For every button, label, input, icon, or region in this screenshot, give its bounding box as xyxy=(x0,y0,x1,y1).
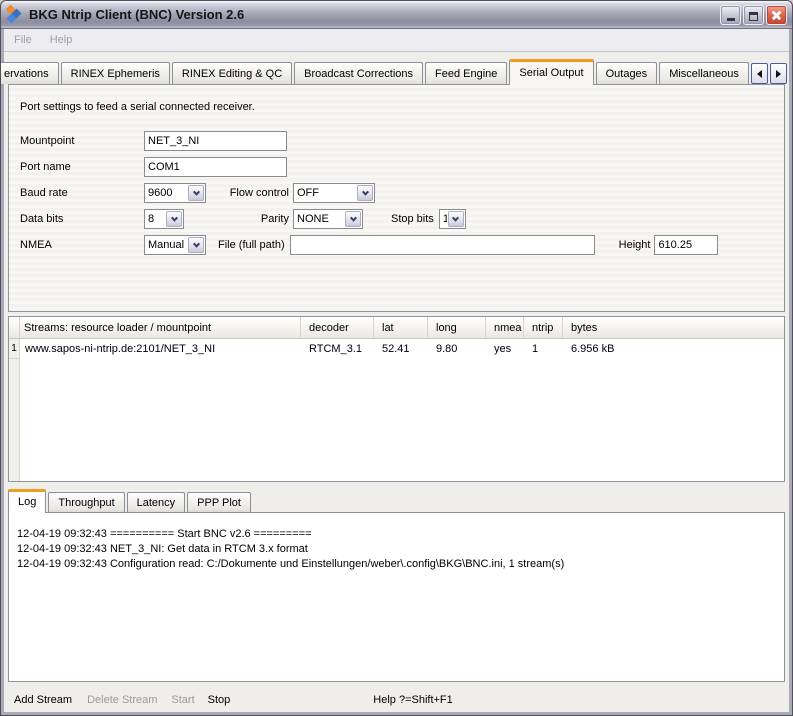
window-title: BKG Ntrip Client (BNC) Version 2.6 xyxy=(29,7,718,22)
serial-output-pane: Port settings to feed a serial connected… xyxy=(8,84,785,312)
cell-decoder: RTCM_3.1 xyxy=(301,343,374,355)
dropdown-arrow-icon[interactable] xyxy=(188,237,204,253)
column-header-nmea: nmea xyxy=(486,317,524,338)
data-bits-label: Data bits xyxy=(20,213,144,225)
maximize-button[interactable] xyxy=(743,5,764,25)
nmea-label: NMEA xyxy=(20,239,144,251)
cell-mountpoint: www.sapos-ni-ntrip.de:2101/NET_3_NI xyxy=(21,343,301,355)
main-content: ervations RINEX Ephemeris RINEX Editing … xyxy=(4,52,789,712)
table-row[interactable]: www.sapos-ni-ntrip.de:2101/NET_3_NI RTCM… xyxy=(21,339,784,359)
flow-control-select[interactable]: OFF xyxy=(293,183,375,203)
dropdown-arrow-icon[interactable] xyxy=(166,211,182,227)
delete-stream-button[interactable]: Delete Stream xyxy=(87,694,157,706)
start-button[interactable]: Start xyxy=(171,694,194,706)
tab-outages[interactable]: Outages xyxy=(596,62,658,84)
titlebar[interactable]: BKG Ntrip Client (BNC) Version 2.6 xyxy=(1,1,792,29)
flow-control-label: Flow control xyxy=(223,187,289,199)
mountpoint-input[interactable] xyxy=(144,131,287,151)
tab-broadcast-corrections[interactable]: Broadcast Corrections xyxy=(294,62,423,84)
tab-rinex-ephemeris[interactable]: RINEX Ephemeris xyxy=(61,62,170,84)
column-header-lat: lat xyxy=(374,317,428,338)
column-header-long: long xyxy=(428,317,486,338)
dropdown-arrow-icon[interactable] xyxy=(345,211,361,227)
cell-long: 9.80 xyxy=(428,343,486,355)
streams-table-header: Streams: resource loader / mountpoint de… xyxy=(9,317,784,339)
add-stream-button[interactable]: Add Stream xyxy=(14,694,72,706)
tab-observations[interactable]: ervations xyxy=(0,62,59,84)
nmea-select[interactable]: Manual xyxy=(144,235,206,255)
menu-help[interactable]: Help xyxy=(47,32,76,48)
parity-select[interactable]: NONE xyxy=(293,209,363,229)
window-controls xyxy=(718,5,787,25)
row-header-column: 1 xyxy=(9,339,20,481)
tab-throughput[interactable]: Throughput xyxy=(48,492,124,512)
column-header-ntrip: ntrip xyxy=(524,317,563,338)
tab-scroll-right-button[interactable] xyxy=(770,63,787,84)
app-icon xyxy=(6,6,23,23)
parity-label: Parity xyxy=(247,213,289,225)
pane-description: Port settings to feed a serial connected… xyxy=(20,101,255,113)
port-name-label: Port name xyxy=(20,161,144,173)
action-button-row: Add Stream Delete Stream Start Stop Help… xyxy=(8,688,785,712)
stop-bits-label: Stop bits xyxy=(391,213,434,225)
arrow-left-icon xyxy=(757,70,762,78)
table-corner-cell xyxy=(9,317,20,338)
tab-log[interactable]: Log xyxy=(8,489,46,513)
height-label: Height xyxy=(619,239,651,251)
close-button[interactable] xyxy=(766,5,787,25)
column-header-mountpoint: Streams: resource loader / mountpoint xyxy=(20,317,301,338)
dropdown-arrow-icon[interactable] xyxy=(448,211,464,227)
top-tabbar: ervations RINEX Ephemeris RINEX Editing … xyxy=(8,52,785,84)
log-line: 12-04-19 09:32:43 Configuration read: C:… xyxy=(17,557,776,572)
row-number: 1 xyxy=(9,339,19,359)
log-output[interactable]: 12-04-19 09:32:43 ========== Start BNC v… xyxy=(8,512,785,682)
file-path-label: File (full path) xyxy=(218,239,285,251)
minimize-icon xyxy=(727,18,735,21)
data-bits-select[interactable]: 8 xyxy=(144,209,184,229)
tab-ppp-plot[interactable]: PPP Plot xyxy=(187,492,251,512)
cell-lat: 52.41 xyxy=(374,343,428,355)
close-icon xyxy=(767,6,786,24)
streams-table: Streams: resource loader / mountpoint de… xyxy=(8,316,785,482)
log-line: 12-04-19 09:32:43 NET_3_NI: Get data in … xyxy=(17,542,776,557)
stop-bits-select[interactable]: 1 xyxy=(439,209,466,229)
stop-button[interactable]: Stop xyxy=(208,694,231,706)
tab-feed-engine[interactable]: Feed Engine xyxy=(425,62,507,84)
cell-bytes: 6.956 kB xyxy=(563,343,784,355)
column-header-decoder: decoder xyxy=(301,317,374,338)
window-frame: File Help ervations RINEX Ephemeris RINE… xyxy=(1,29,792,715)
dropdown-arrow-icon[interactable] xyxy=(357,185,373,201)
tab-serial-output[interactable]: Serial Output xyxy=(509,59,593,85)
menu-file[interactable]: File xyxy=(11,32,35,48)
file-path-input[interactable] xyxy=(290,235,595,255)
maximize-icon xyxy=(749,12,758,21)
help-button[interactable]: Help ?=Shift+F1 xyxy=(373,694,453,706)
log-line: 12-04-19 09:32:43 ========== Start BNC v… xyxy=(17,527,776,542)
tab-scroll-left-button[interactable] xyxy=(751,63,768,84)
height-input[interactable] xyxy=(654,235,718,255)
tab-scrollers xyxy=(751,63,787,84)
cell-nmea: yes xyxy=(486,343,524,355)
tab-latency[interactable]: Latency xyxy=(127,492,186,512)
app-window: BKG Ntrip Client (BNC) Version 2.6 File … xyxy=(0,0,793,716)
bottom-tabbar: Log Throughput Latency PPP Plot xyxy=(8,488,785,512)
arrow-right-icon xyxy=(776,70,781,78)
baud-rate-select[interactable]: 9600 xyxy=(144,183,206,203)
mountpoint-label: Mountpoint xyxy=(20,135,144,147)
tab-rinex-editing-qc[interactable]: RINEX Editing & QC xyxy=(172,62,292,84)
tab-miscellaneous[interactable]: Miscellaneous xyxy=(659,62,749,84)
minimize-button[interactable] xyxy=(720,5,741,25)
cell-ntrip: 1 xyxy=(524,343,563,355)
baud-rate-label: Baud rate xyxy=(20,187,144,199)
dropdown-arrow-icon[interactable] xyxy=(188,185,204,201)
menubar: File Help xyxy=(4,29,789,52)
port-name-input[interactable] xyxy=(144,157,287,177)
column-header-bytes: bytes xyxy=(563,317,784,338)
